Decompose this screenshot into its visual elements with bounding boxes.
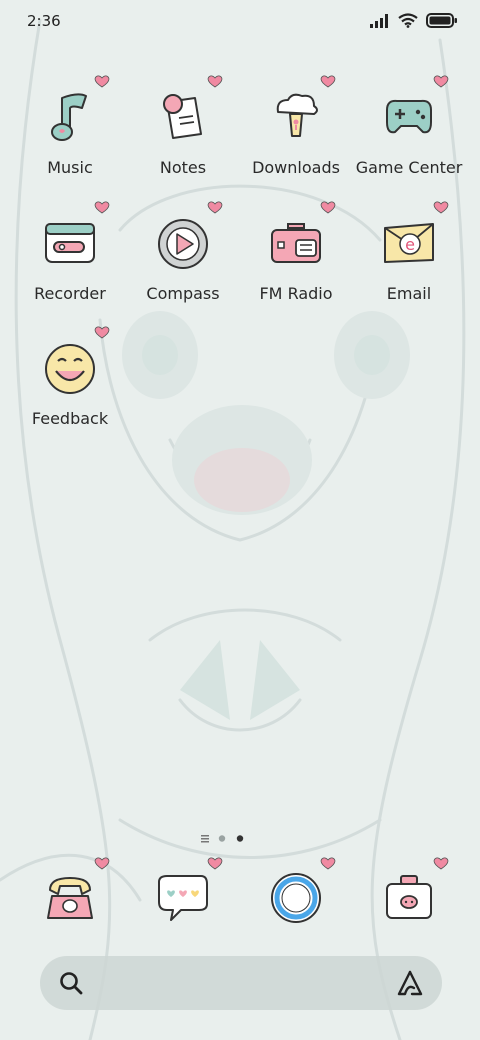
- app-fm-radio[interactable]: FM Radio: [240, 201, 352, 324]
- app-compass[interactable]: Compass: [127, 201, 239, 324]
- app-label: Feedback: [31, 409, 109, 428]
- app-music[interactable]: Music: [14, 75, 126, 198]
- app-label: Email: [386, 284, 432, 303]
- dock-messages[interactable]: [127, 857, 239, 934]
- assistant-icon[interactable]: [396, 969, 424, 997]
- page-dot-active: [236, 835, 244, 842]
- home-screen: 2:36 Music Notes Downloads Game Center R…: [0, 0, 480, 1040]
- app-label: Game Center: [355, 158, 463, 177]
- downloads-icon: [276, 93, 318, 137]
- page-dot: [218, 835, 226, 842]
- smiley-icon: [45, 344, 95, 394]
- heart-badge-icon: [320, 857, 336, 870]
- app-label: Recorder: [34, 284, 106, 303]
- notes-icon: [163, 94, 202, 139]
- app-label: Music: [47, 158, 93, 177]
- heart-badge-icon: [94, 201, 110, 214]
- email-icon: e: [384, 223, 434, 263]
- gamepad-icon: [386, 99, 432, 134]
- heart-badge-icon: [94, 75, 110, 88]
- status-icons: [370, 13, 458, 28]
- app-email[interactable]: e Email: [353, 201, 465, 324]
- heart-badge-icon: [320, 75, 336, 88]
- heart-badge-icon: [433, 201, 449, 214]
- status-time: 2:36: [27, 12, 61, 30]
- app-label: Notes: [159, 158, 207, 177]
- dock-phone[interactable]: [14, 857, 126, 934]
- app-notes[interactable]: Notes: [127, 75, 239, 198]
- heart-badge-icon: [94, 326, 110, 339]
- battery-icon: [426, 13, 457, 28]
- camera-icon: [386, 875, 432, 919]
- heart-badge-icon: [207, 857, 223, 870]
- menu-icon: [201, 835, 209, 843]
- svg-text:e: e: [405, 235, 415, 254]
- app-recorder[interactable]: Recorder: [14, 201, 126, 324]
- search-icon[interactable]: [58, 970, 84, 996]
- app-label: FM Radio: [259, 284, 333, 303]
- heart-badge-icon: [320, 201, 336, 214]
- heart-badge-icon: [94, 857, 110, 870]
- dock-camera[interactable]: [353, 857, 465, 934]
- dock-browser[interactable]: [240, 857, 352, 934]
- page-indicator[interactable]: [0, 830, 480, 843]
- app-label: Downloads: [252, 158, 340, 177]
- music-note-icon: [51, 93, 87, 141]
- recorder-icon: [45, 223, 95, 263]
- browser-ring-icon: [271, 873, 321, 923]
- app-game-center[interactable]: Game Center: [353, 75, 465, 198]
- app-downloads[interactable]: Downloads: [240, 75, 352, 198]
- heart-badge-icon: [207, 75, 223, 88]
- heart-badge-icon: [207, 201, 223, 214]
- status-bar: 2:36: [0, 0, 480, 44]
- compass-icon: [158, 219, 208, 269]
- heart-badge-icon: [433, 857, 449, 870]
- signal-icon: [370, 13, 388, 28]
- app-feedback[interactable]: Feedback: [14, 326, 126, 449]
- phone-icon: [47, 877, 93, 919]
- app-label: Compass: [146, 284, 220, 303]
- wifi-icon: [398, 13, 418, 28]
- search-bar[interactable]: [40, 956, 442, 1010]
- heart-badge-icon: [433, 75, 449, 88]
- message-icon: [158, 875, 208, 921]
- radio-icon: [271, 223, 321, 263]
